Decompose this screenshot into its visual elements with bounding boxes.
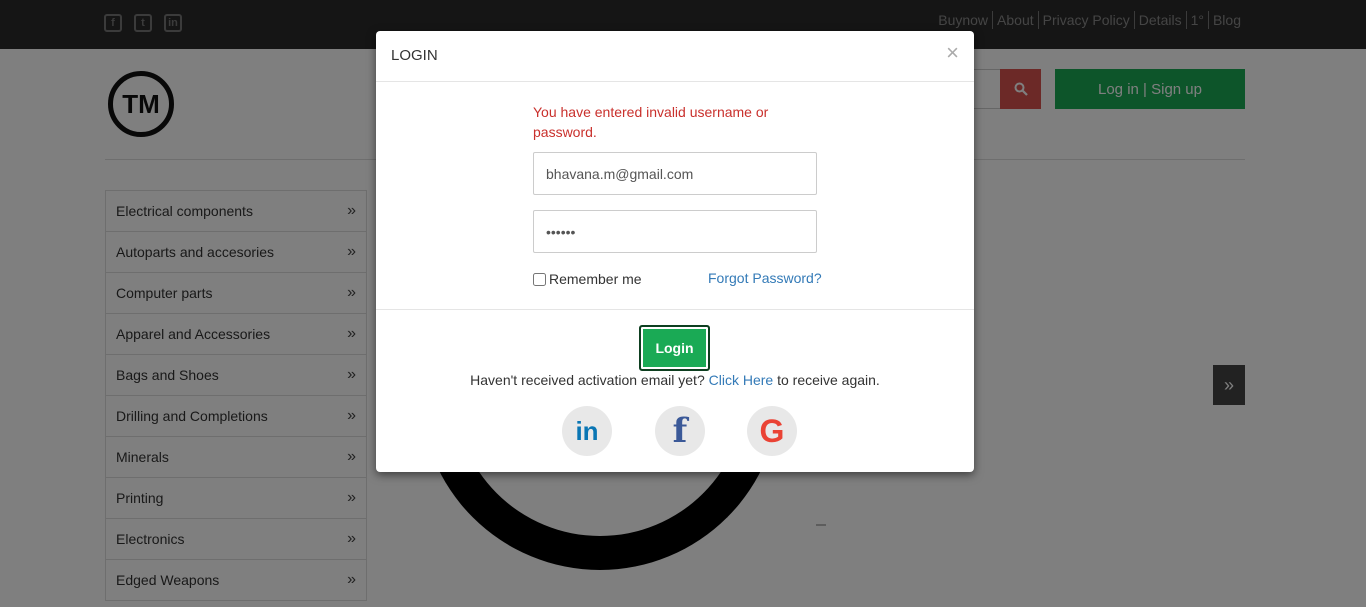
modal-title: LOGIN (391, 47, 438, 64)
facebook-icon: f (672, 411, 688, 451)
modal-footer: Login Haven't received activation email … (376, 310, 974, 471)
activation-text-after: to receive again. (777, 372, 880, 388)
login-button[interactable]: Login (639, 325, 710, 371)
google-login-button[interactable]: G (747, 406, 797, 456)
error-message: You have entered invalid username or pas… (533, 104, 769, 140)
remember-me-label: Remember me (549, 271, 642, 287)
google-icon: G (759, 412, 785, 449)
password-field[interactable] (533, 210, 817, 253)
activation-text: Haven't received activation email yet? (470, 372, 705, 388)
remember-me[interactable]: Remember me (533, 271, 642, 287)
resend-activation-link[interactable]: Click Here (709, 372, 774, 388)
remember-me-checkbox[interactable] (533, 272, 546, 286)
linkedin-login-button[interactable]: in (562, 406, 612, 456)
activation-notice: Haven't received activation email yet? C… (376, 372, 974, 388)
forgot-password-link[interactable]: Forgot Password? (708, 270, 822, 286)
linkedin-icon: in (575, 415, 599, 446)
close-icon[interactable]: × (946, 42, 959, 64)
modal-body: You have entered invalid username or pas… (376, 82, 974, 310)
login-modal: LOGIN × You have entered invalid usernam… (376, 31, 974, 472)
facebook-login-button[interactable]: f (655, 406, 705, 456)
email-field[interactable] (533, 152, 817, 195)
modal-header: LOGIN × (376, 31, 974, 82)
